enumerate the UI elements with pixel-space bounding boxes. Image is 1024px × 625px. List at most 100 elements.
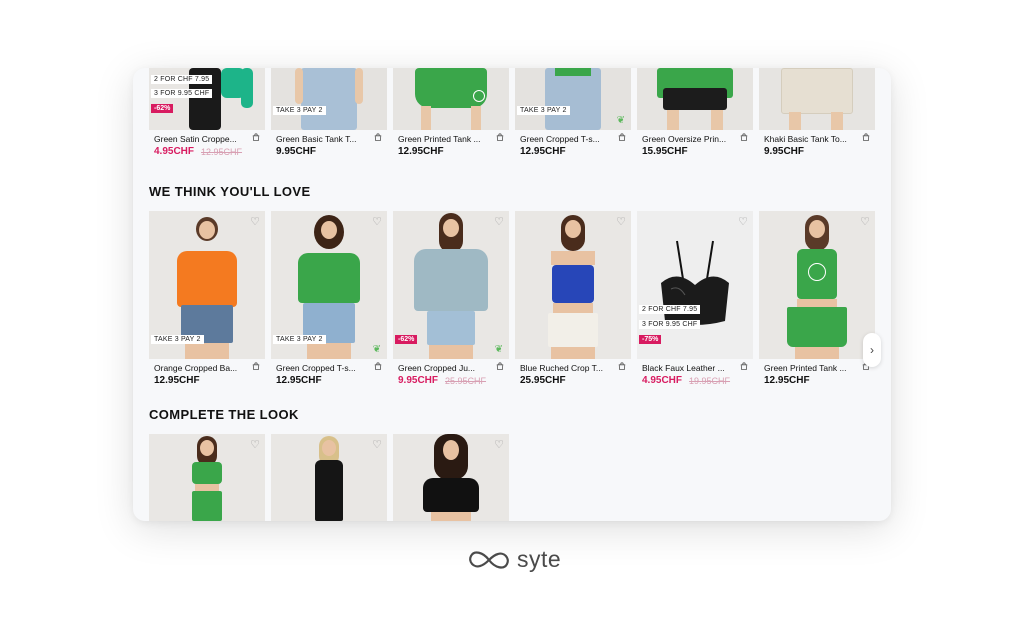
product-card[interactable]: ♡ -62% ❦ Green Cropped Ju... 9.95CHF 25.… (393, 211, 509, 389)
product-image[interactable] (759, 68, 875, 130)
product-price: 12.95CHF (764, 375, 810, 386)
product-card[interactable]: TAKE 3 PAY 2 ❦ Green Cropped T-s... 12.9… (515, 68, 631, 160)
product-image[interactable]: ♡ (271, 434, 387, 521)
shopping-bag-icon[interactable] (740, 362, 748, 370)
product-card[interactable]: TAKE 3 PAY 2 Green Basic Tank T... 9.95C… (271, 68, 387, 160)
product-price: 4.95CHF (154, 146, 195, 157)
wishlist-heart-icon[interactable]: ♡ (494, 215, 504, 228)
product-card[interactable]: ♡ (271, 434, 387, 521)
product-info: Green Oversize Prin... 15.95CHF (637, 130, 753, 160)
product-image[interactable] (393, 68, 509, 130)
product-card[interactable]: Khaki Basic Tank To... 9.95CHF (759, 68, 875, 160)
product-image[interactable]: ♡ -62% ❦ (393, 211, 509, 359)
product-name[interactable]: Blue Ruched Crop T... (520, 363, 610, 373)
product-name[interactable]: Green Printed Tank ... (398, 134, 488, 144)
promo-badge: TAKE 3 PAY 2 (151, 335, 204, 344)
product-name[interactable]: Green Cropped T-s... (276, 363, 366, 373)
shopping-bag-icon[interactable] (496, 133, 504, 141)
complete-look-row: ♡ ♡ ♡ (149, 434, 509, 521)
product-name[interactable]: Black Faux Leather ... (642, 363, 732, 373)
product-image[interactable]: ♡ (149, 434, 265, 521)
product-card[interactable]: Green Oversize Prin... 15.95CHF (637, 68, 753, 160)
product-name[interactable]: Orange Cropped Ba... (154, 363, 244, 373)
product-price: 4.95CHF (642, 375, 683, 386)
product-name[interactable]: Green Satin Croppe... (154, 134, 244, 144)
product-image[interactable]: TAKE 3 PAY 2 (271, 68, 387, 130)
product-card[interactable]: ♡ (149, 434, 265, 521)
product-price: 25.95CHF (520, 375, 566, 386)
product-name[interactable]: Green Cropped Ju... (398, 363, 488, 373)
syte-infinity-icon (469, 550, 509, 569)
wishlist-heart-icon[interactable]: ♡ (738, 215, 748, 228)
promo-badge: 2 FOR CHF 7.95 (639, 305, 701, 314)
product-name[interactable]: Green Basic Tank T... (276, 134, 366, 144)
shopping-bag-icon[interactable] (740, 133, 748, 141)
product-image[interactable] (637, 68, 753, 130)
product-card[interactable]: ♡ Green Printed Tank ... 12.95CHF (759, 211, 875, 389)
panel-content: 2 FOR CHF 7.95 3 FOR 9.95 CHF -62% Green… (149, 68, 881, 521)
wishlist-heart-icon[interactable]: ♡ (494, 438, 504, 451)
shopping-bag-icon[interactable] (374, 362, 382, 370)
product-card[interactable]: ♡ TAKE 3 PAY 2 Orange Cropped Ba... 12.9… (149, 211, 265, 389)
original-price: 12.95CHF (201, 147, 243, 157)
shopping-bag-icon[interactable] (496, 362, 504, 370)
wishlist-heart-icon[interactable]: ♡ (372, 215, 382, 228)
wishlist-heart-icon[interactable]: ♡ (372, 438, 382, 451)
product-info: Green Printed Tank ... 12.95CHF (759, 359, 875, 389)
product-image[interactable]: ♡ TAKE 3 PAY 2 ❦ (271, 211, 387, 359)
product-name[interactable]: Green Cropped T-s... (520, 134, 610, 144)
brand-name: syte (517, 546, 562, 572)
product-name[interactable]: Green Oversize Prin... (642, 134, 732, 144)
shopping-bag-icon[interactable] (618, 133, 626, 141)
product-price: 12.95CHF (398, 146, 444, 157)
wishlist-heart-icon[interactable]: ♡ (616, 215, 626, 228)
eco-leaf-icon: ❦ (616, 115, 625, 126)
product-info: Green Cropped T-s... 12.95CHF (515, 130, 631, 160)
carousel-next-button[interactable]: › (863, 333, 881, 367)
wishlist-heart-icon[interactable]: ♡ (860, 215, 870, 228)
shopping-bag-icon[interactable] (374, 133, 382, 141)
shopping-bag-icon[interactable] (862, 133, 870, 141)
shopping-bag-icon[interactable] (252, 362, 260, 370)
discount-badge: -75% (639, 335, 662, 344)
product-name[interactable]: Green Printed Tank ... (764, 363, 854, 373)
product-price: 9.95CHF (398, 375, 439, 386)
promo-badge: TAKE 3 PAY 2 (273, 335, 326, 344)
product-image[interactable]: ♡ (759, 211, 875, 359)
product-price: 9.95CHF (276, 146, 317, 157)
product-image[interactable]: ♡ (515, 211, 631, 359)
product-image[interactable]: ♡ TAKE 3 PAY 2 (149, 211, 265, 359)
product-card[interactable]: Green Printed Tank ... 12.95CHF (393, 68, 509, 160)
product-price: 12.95CHF (520, 146, 566, 157)
product-image[interactable]: TAKE 3 PAY 2 ❦ (515, 68, 631, 130)
promo-badge: 3 FOR 9.95 CHF (639, 320, 701, 329)
product-info: Orange Cropped Ba... 12.95CHF (149, 359, 265, 389)
product-card[interactable]: ♡ TAKE 3 PAY 2 ❦ Green Cropped T-s... 12… (271, 211, 387, 389)
product-card[interactable]: 2 FOR CHF 7.95 3 FOR 9.95 CHF -62% Green… (149, 68, 265, 160)
product-photo-bra (661, 240, 729, 325)
product-info: Green Printed Tank ... 12.95CHF (393, 130, 509, 160)
promo-badge: TAKE 3 PAY 2 (273, 106, 326, 115)
promo-badge: TAKE 3 PAY 2 (517, 106, 570, 115)
product-image[interactable]: 2 FOR CHF 7.95 3 FOR 9.95 CHF -62% (149, 68, 265, 130)
wishlist-heart-icon[interactable]: ♡ (250, 215, 260, 228)
shopping-bag-icon[interactable] (252, 133, 260, 141)
shopping-bag-icon[interactable] (618, 362, 626, 370)
eco-leaf-icon: ❦ (372, 344, 381, 355)
product-image[interactable]: ♡ 2 FOR CHF 7.95 3 FOR 9.95 CHF -75% (637, 211, 753, 359)
product-recommendations-panel: 2 FOR CHF 7.95 3 FOR 9.95 CHF -62% Green… (133, 68, 891, 521)
love-product-row: ♡ TAKE 3 PAY 2 Orange Cropped Ba... 12.9… (149, 211, 875, 389)
promo-badge: 2 FOR CHF 7.95 (151, 75, 213, 84)
product-info: Green Basic Tank T... 9.95CHF (271, 130, 387, 160)
original-price: 25.95CHF (445, 376, 487, 386)
product-card[interactable]: ♡ (393, 434, 509, 521)
product-name[interactable]: Khaki Basic Tank To... (764, 134, 854, 144)
product-info: Black Faux Leather ... 4.95CHF 19.95CHF (637, 359, 753, 389)
product-image[interactable]: ♡ (393, 434, 509, 521)
wishlist-heart-icon[interactable]: ♡ (250, 438, 260, 451)
product-card[interactable]: ♡ 2 FOR CHF 7.95 3 FOR 9.95 CHF -75% Bla… (637, 211, 753, 389)
discount-badge: -62% (151, 104, 174, 113)
top-product-row: 2 FOR CHF 7.95 3 FOR 9.95 CHF -62% Green… (149, 68, 875, 160)
product-card[interactable]: ♡ Blue Ruched Crop T... 25.95CHF (515, 211, 631, 389)
product-price: 9.95CHF (764, 146, 805, 157)
